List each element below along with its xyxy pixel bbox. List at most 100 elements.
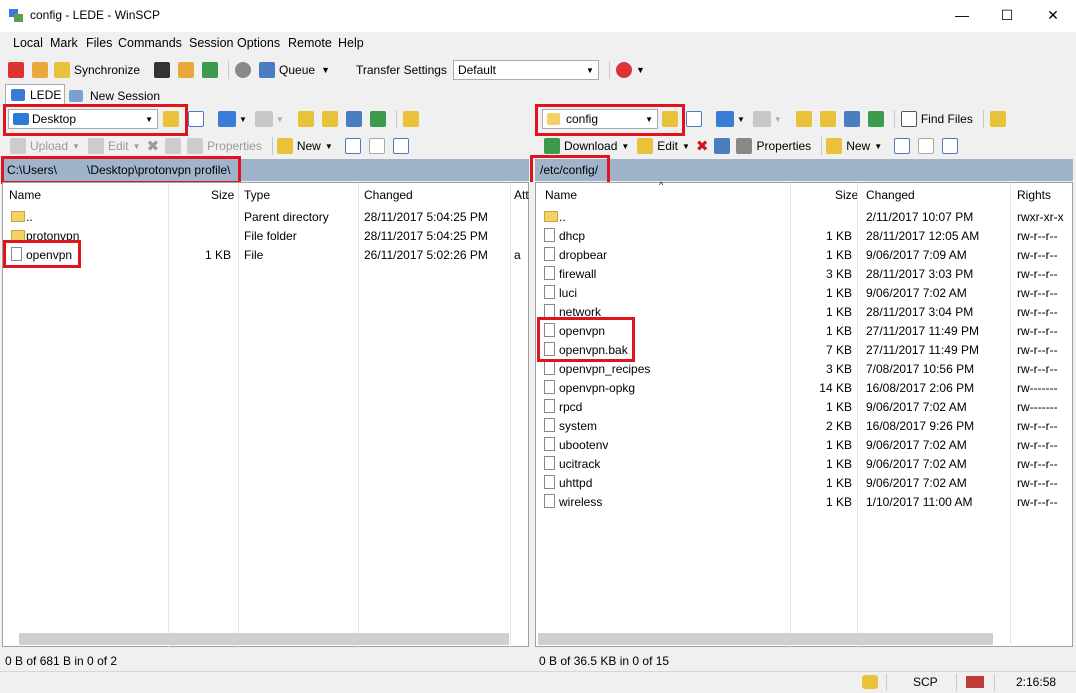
filter-select-icon[interactable] <box>942 138 959 154</box>
minimize-button[interactable]: — <box>939 0 985 30</box>
delete-icon[interactable]: ✖ <box>147 137 160 155</box>
home-icon[interactable] <box>843 111 860 127</box>
right-edit-button[interactable]: Edit <box>657 139 678 153</box>
back-dropdown-icon[interactable]: ▼ <box>239 115 247 124</box>
back-arrow-icon[interactable] <box>218 111 236 127</box>
menu-mark[interactable]: Mark <box>50 36 78 50</box>
left-col-type[interactable]: Type <box>244 188 270 202</box>
right-horizontal-scrollbar[interactable] <box>538 633 993 645</box>
left-col-changed[interactable]: Changed <box>364 188 413 202</box>
right-new-button[interactable]: New <box>846 139 870 153</box>
back-dropdown-icon[interactable]: ▼ <box>737 115 745 124</box>
panel-splitter[interactable] <box>529 182 535 647</box>
queue-dropdown-arrow-icon[interactable]: ▼ <box>321 65 330 75</box>
left-horizontal-scrollbar[interactable] <box>19 633 509 645</box>
filter-icon[interactable] <box>686 111 702 127</box>
forward-dropdown-icon[interactable]: ▼ <box>276 115 284 124</box>
refresh-sync-icon[interactable] <box>202 62 219 78</box>
maximize-button[interactable]: ☐ <box>984 0 1030 30</box>
unselect-icon[interactable] <box>368 138 385 154</box>
console-icon[interactable] <box>154 62 171 78</box>
menu-session[interactable]: Session <box>189 36 233 50</box>
right-location-select[interactable]: config ▼ <box>542 109 658 129</box>
home-icon[interactable] <box>345 111 362 127</box>
tree-icon[interactable] <box>989 111 1006 127</box>
left-col-attr[interactable]: Att <box>514 188 529 202</box>
back-arrow-icon[interactable] <box>716 111 734 127</box>
transfer-settings-select[interactable]: Default ▼ <box>452 60 599 80</box>
right-path[interactable]: /etc/config/ <box>540 163 598 177</box>
select-all-icon[interactable] <box>894 138 911 154</box>
download-button[interactable]: Download <box>564 139 617 153</box>
table-row[interactable]: rpcd 1 KB 9/06/2017 7:02 AM rw------- <box>536 397 1072 416</box>
select-all-icon[interactable] <box>344 138 361 154</box>
table-row[interactable]: dhcp 1 KB 28/11/2017 12:05 AM rw-r--r-- <box>536 226 1072 245</box>
left-location-select[interactable]: Desktop ▼ <box>8 109 158 129</box>
filter-select-icon[interactable] <box>392 138 409 154</box>
download-dropdown-icon[interactable]: ▼ <box>621 142 629 151</box>
left-file-list[interactable]: Name Size Type Changed Att .. Parent dire… <box>2 182 529 648</box>
right-file-list[interactable]: Name ^ Size Changed Rights .. 2/11/2017 1… <box>535 180 1073 648</box>
table-row[interactable]: system 2 KB 16/08/2017 9:26 PM rw-r--r-- <box>536 416 1072 435</box>
putty-icon[interactable] <box>178 62 195 78</box>
delete-icon[interactable]: ✖ <box>696 137 709 155</box>
left-properties-button[interactable]: Properties <box>207 139 262 153</box>
menu-options[interactable]: Options <box>237 36 280 50</box>
queue-button[interactable]: Queue <box>279 63 315 77</box>
parent-directory-icon[interactable] <box>795 111 812 127</box>
menu-files[interactable]: Files <box>86 36 112 50</box>
edit-dropdown-icon[interactable]: ▼ <box>682 142 690 151</box>
left-col-name[interactable]: Name <box>9 188 41 202</box>
menu-local[interactable]: Local <box>13 36 43 50</box>
right-col-changed[interactable]: Changed <box>866 188 915 202</box>
table-row[interactable]: wireless 1 KB 1/10/2017 11:00 AM rw-r--r-- <box>536 492 1072 511</box>
table-row[interactable]: luci 1 KB 9/06/2017 7:02 AM rw-r--r-- <box>536 283 1072 302</box>
new-dropdown-icon[interactable]: ▼ <box>874 142 882 151</box>
table-row[interactable]: .. Parent directory 28/11/2017 5:04:25 PM <box>3 207 528 226</box>
close-button[interactable]: ✕ <box>1030 0 1076 30</box>
table-row[interactable]: openvpn 1 KB File 26/11/2017 5:02:26 PM a <box>3 245 528 264</box>
right-col-name[interactable]: Name <box>545 188 577 202</box>
table-row[interactable]: ucitrack 1 KB 9/06/2017 7:02 AM rw-r--r-- <box>536 454 1072 473</box>
new-dropdown-icon[interactable]: ▼ <box>325 142 333 151</box>
table-row[interactable]: ubootenv 1 KB 9/06/2017 7:02 AM rw-r--r-- <box>536 435 1072 454</box>
tree-icon[interactable] <box>402 111 419 127</box>
table-row[interactable]: protonvpn File folder 28/11/2017 5:04:25 P… <box>3 226 528 245</box>
table-row[interactable]: openvpn-opkg 14 KB 16/08/2017 2:06 PM rw---… <box>536 378 1072 397</box>
right-properties-button[interactable]: Properties <box>756 139 811 153</box>
open-directory-icon[interactable] <box>662 111 678 127</box>
find-files-button[interactable]: Find Files <box>921 112 973 126</box>
synchronize-button[interactable]: Synchronize <box>74 63 140 77</box>
right-col-rights[interactable]: Rights <box>1017 188 1051 202</box>
open-directory-icon[interactable] <box>163 111 179 127</box>
table-row[interactable]: firewall 3 KB 28/11/2017 3:03 PM rw-r--r-- <box>536 264 1072 283</box>
upload-dropdown-icon[interactable]: ▼ <box>72 142 80 151</box>
refresh-icon[interactable] <box>867 111 884 127</box>
table-row[interactable]: uhttpd 1 KB 9/06/2017 7:02 AM rw-r--r-- <box>536 473 1072 492</box>
forward-dropdown-icon[interactable]: ▼ <box>774 115 782 124</box>
forward-arrow-icon[interactable] <box>254 111 273 127</box>
tab-lede[interactable]: LEDE <box>5 84 65 105</box>
table-row[interactable]: dropbear 1 KB 9/06/2017 7:09 AM rw-r--r-- <box>536 245 1072 264</box>
left-edit-button[interactable]: Edit <box>108 139 129 153</box>
rename-icon[interactable] <box>165 138 182 154</box>
session-color-dropdown-icon[interactable]: ▼ <box>636 65 645 75</box>
filter-icon[interactable] <box>188 111 204 127</box>
unselect-icon[interactable] <box>918 138 935 154</box>
rename-icon[interactable] <box>714 138 731 154</box>
refresh-icon[interactable] <box>369 111 386 127</box>
table-row[interactable]: .. 2/11/2017 10:07 PM rwxr-xr-x <box>536 207 1072 226</box>
menu-help[interactable]: Help <box>338 36 364 50</box>
parent-directory-icon[interactable] <box>297 111 314 127</box>
tab-new-session[interactable]: New Session <box>66 86 162 105</box>
menu-remote[interactable]: Remote <box>288 36 332 50</box>
upload-button[interactable]: Upload <box>30 139 68 153</box>
left-path[interactable]: C:\Users\ \Desktop\protonvpn profile\ <box>7 163 230 177</box>
session-color-icon[interactable] <box>615 62 632 78</box>
synchronize-browsing-icon[interactable] <box>32 62 48 78</box>
left-new-button[interactable]: New <box>297 139 321 153</box>
edit-dropdown-icon[interactable]: ▼ <box>133 142 141 151</box>
gear-icon[interactable] <box>235 62 252 78</box>
right-col-size[interactable]: Size <box>835 188 858 202</box>
compare-directories-icon[interactable] <box>8 62 24 78</box>
